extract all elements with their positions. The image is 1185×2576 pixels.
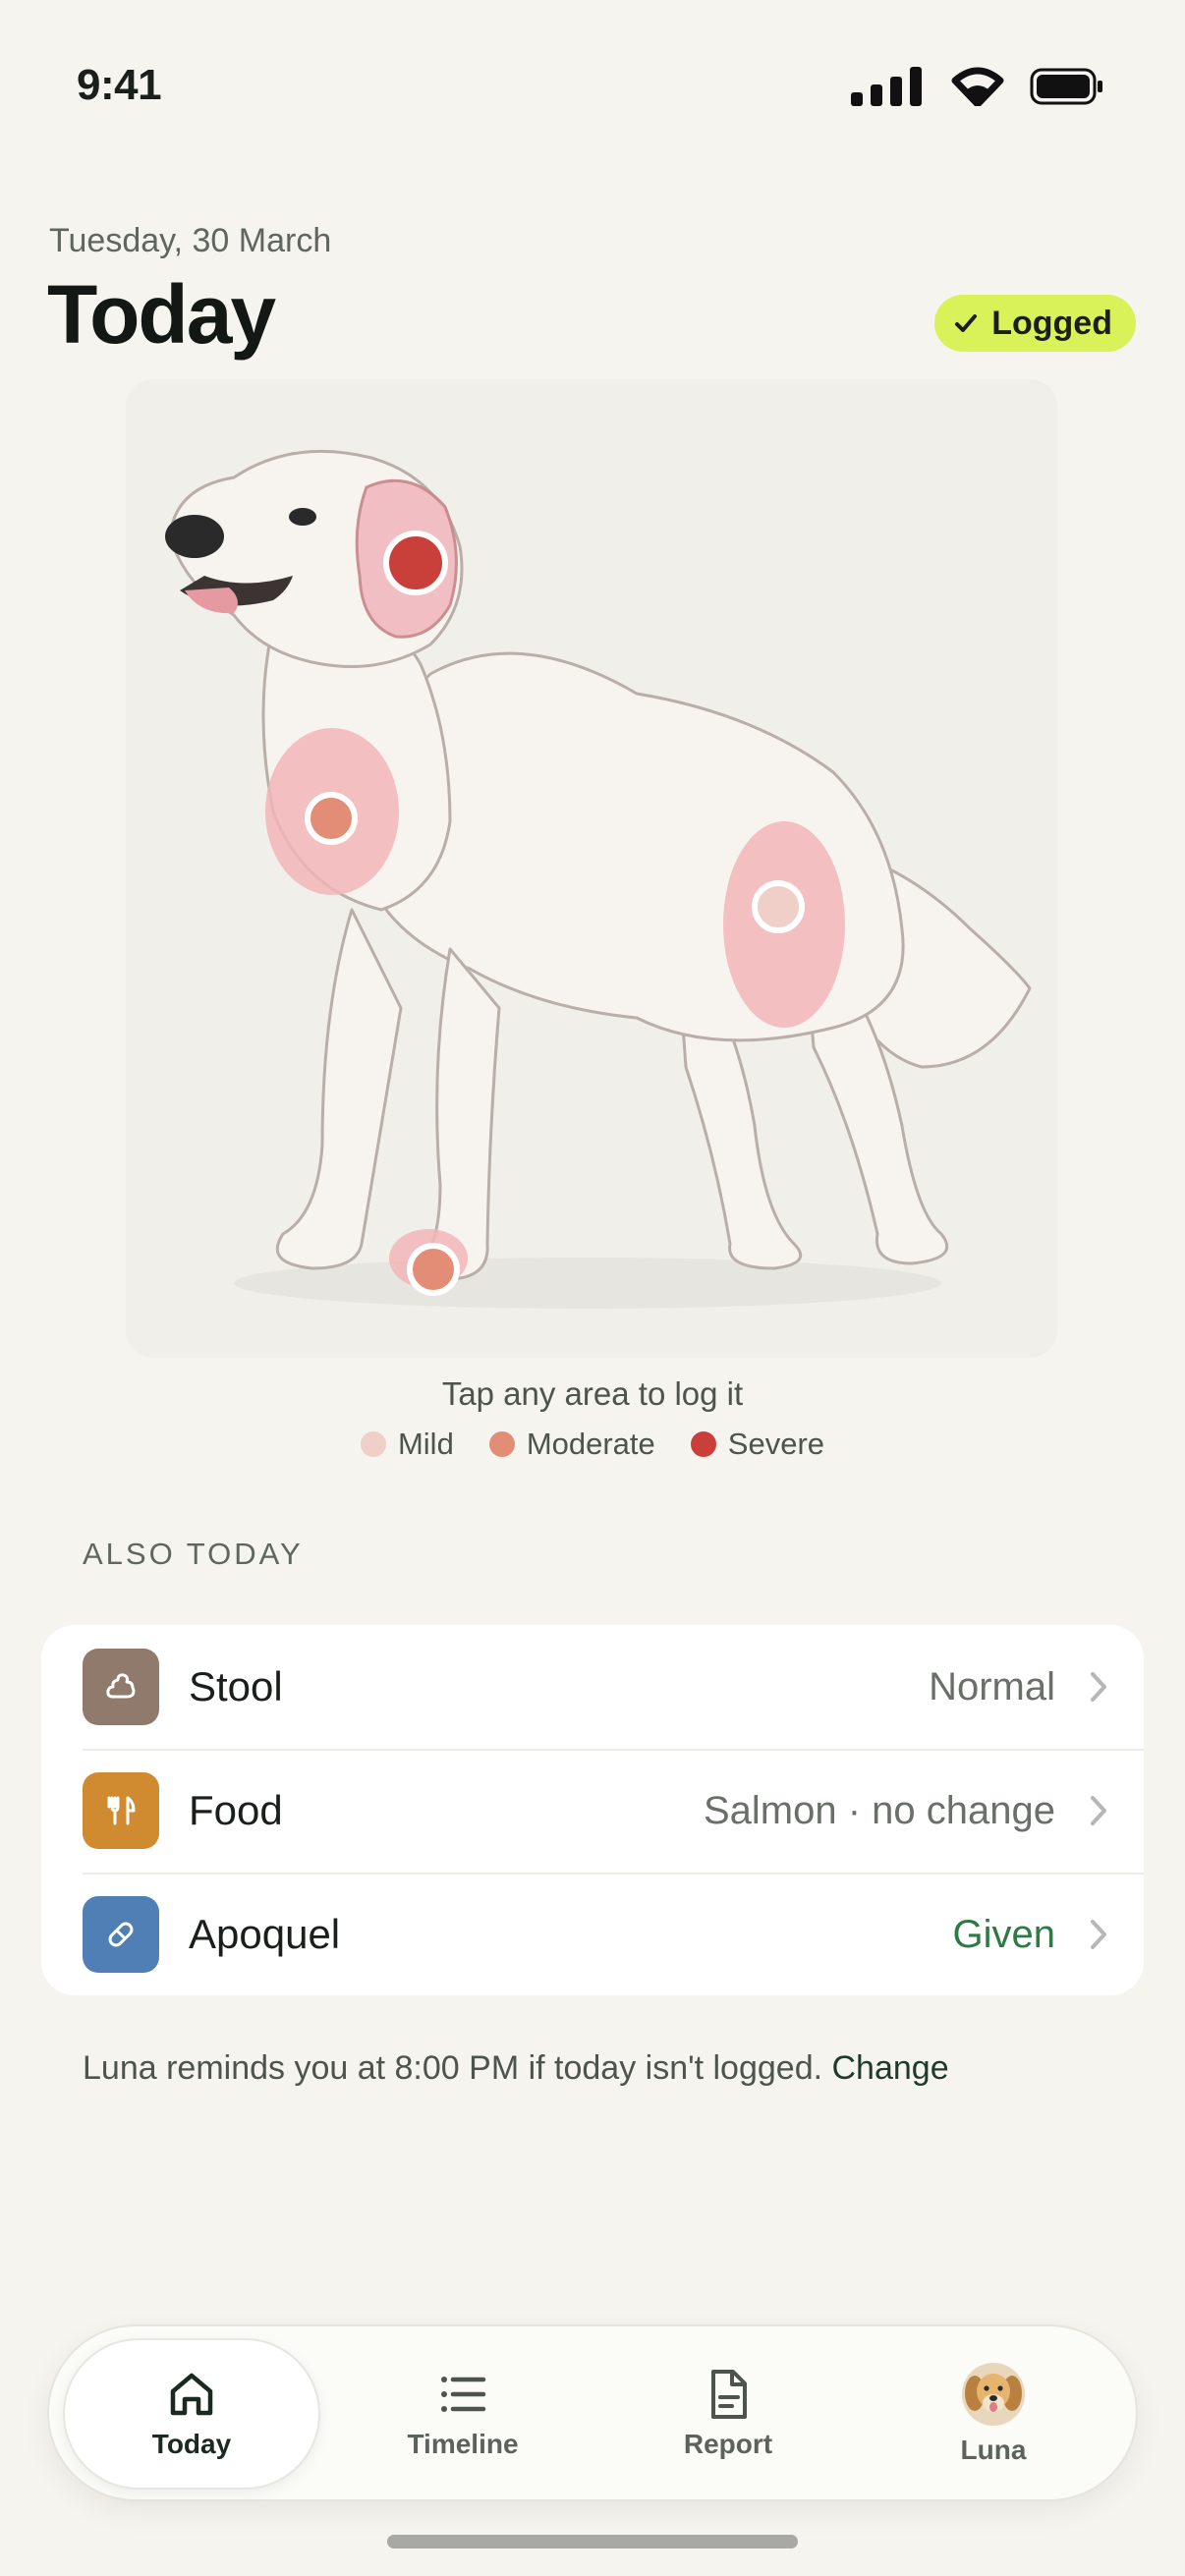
tab-bar: Today Timeline Report Luna (47, 2324, 1138, 2501)
badge-label: Logged (991, 304, 1112, 342)
tab-label: Timeline (407, 2429, 519, 2459)
home-indicator (387, 2535, 798, 2548)
reminder-text: Luna reminds you at 8:00 PM if today isn… (83, 2049, 949, 2088)
row-label: Food (189, 1787, 283, 1833)
legend-label: Moderate (526, 1427, 655, 1461)
checkmark-icon (955, 314, 978, 332)
chevron-right-icon (1091, 1796, 1106, 1825)
legend-mild: Mild (360, 1427, 454, 1462)
hotspot-ear-severe[interactable] (383, 531, 448, 595)
row-label: Apoquel (189, 1911, 341, 1957)
chevron-right-icon (1091, 1672, 1106, 1702)
wifi-icon (951, 67, 1004, 106)
reminder-message: Luna reminds you at 8:00 PM if today isn… (83, 2049, 823, 2087)
legend-label: Mild (397, 1427, 454, 1461)
tab-luna[interactable]: Luna (865, 2338, 1122, 2490)
tab-report[interactable]: Report (599, 2338, 857, 2490)
logged-status-badge: Logged (934, 295, 1136, 352)
document-icon (711, 2370, 747, 2419)
legend-label: Severe (727, 1427, 825, 1461)
section-label-also-today: ALSO TODAY (83, 1537, 304, 1571)
moderate-swatch (488, 1431, 515, 1457)
row-value: Given (952, 1912, 1056, 1956)
also-today-card: Stool Normal Food Salmon · no change Apo… (41, 1625, 1144, 1995)
legend-moderate: Moderate (488, 1427, 655, 1462)
hotspot-paw-moderate[interactable] (407, 1243, 460, 1296)
page-title: Today (47, 268, 276, 361)
list-icon (441, 2377, 486, 2412)
mild-swatch (360, 1431, 386, 1457)
cellular-signal-icon (851, 67, 922, 106)
fork-knife-icon (83, 1772, 159, 1849)
hotspot-chest-moderate[interactable] (305, 792, 358, 845)
date-label: Tuesday, 30 March (49, 222, 332, 259)
stool-icon (83, 1649, 159, 1725)
tab-label: Today (151, 2429, 232, 2459)
legend-severe: Severe (690, 1427, 825, 1462)
body-map[interactable] (126, 379, 1057, 1358)
home-icon (170, 2373, 213, 2416)
row-label: Stool (189, 1663, 283, 1709)
list-item-food[interactable]: Food Salmon · no change (41, 1749, 1144, 1873)
row-value: Normal (929, 1664, 1055, 1708)
severe-swatch (690, 1431, 716, 1457)
row-value: Salmon · no change (703, 1788, 1055, 1832)
status-icons (851, 67, 1104, 106)
status-bar: 9:41 (0, 0, 1185, 177)
tab-today[interactable]: Today (63, 2338, 320, 2490)
pill-icon (83, 1896, 159, 1973)
hotspot-hip-mild[interactable] (752, 880, 805, 933)
status-time: 9:41 (77, 61, 162, 109)
tab-label: Luna (960, 2435, 1027, 2465)
tab-timeline[interactable]: Timeline (334, 2338, 592, 2490)
dog-avatar (962, 2363, 1025, 2426)
severity-legend: Mild Moderate Severe (0, 1427, 1185, 1462)
battery-icon (1030, 68, 1102, 105)
tab-label: Report (683, 2429, 773, 2459)
change-reminder-link[interactable]: Change (832, 2049, 949, 2087)
chevron-right-icon (1091, 1920, 1106, 1949)
list-item-stool[interactable]: Stool Normal (41, 1625, 1144, 1749)
list-item-apoquel[interactable]: Apoquel Given (41, 1873, 1144, 1995)
body-map-hint: Tap any area to log it (441, 1375, 744, 1412)
